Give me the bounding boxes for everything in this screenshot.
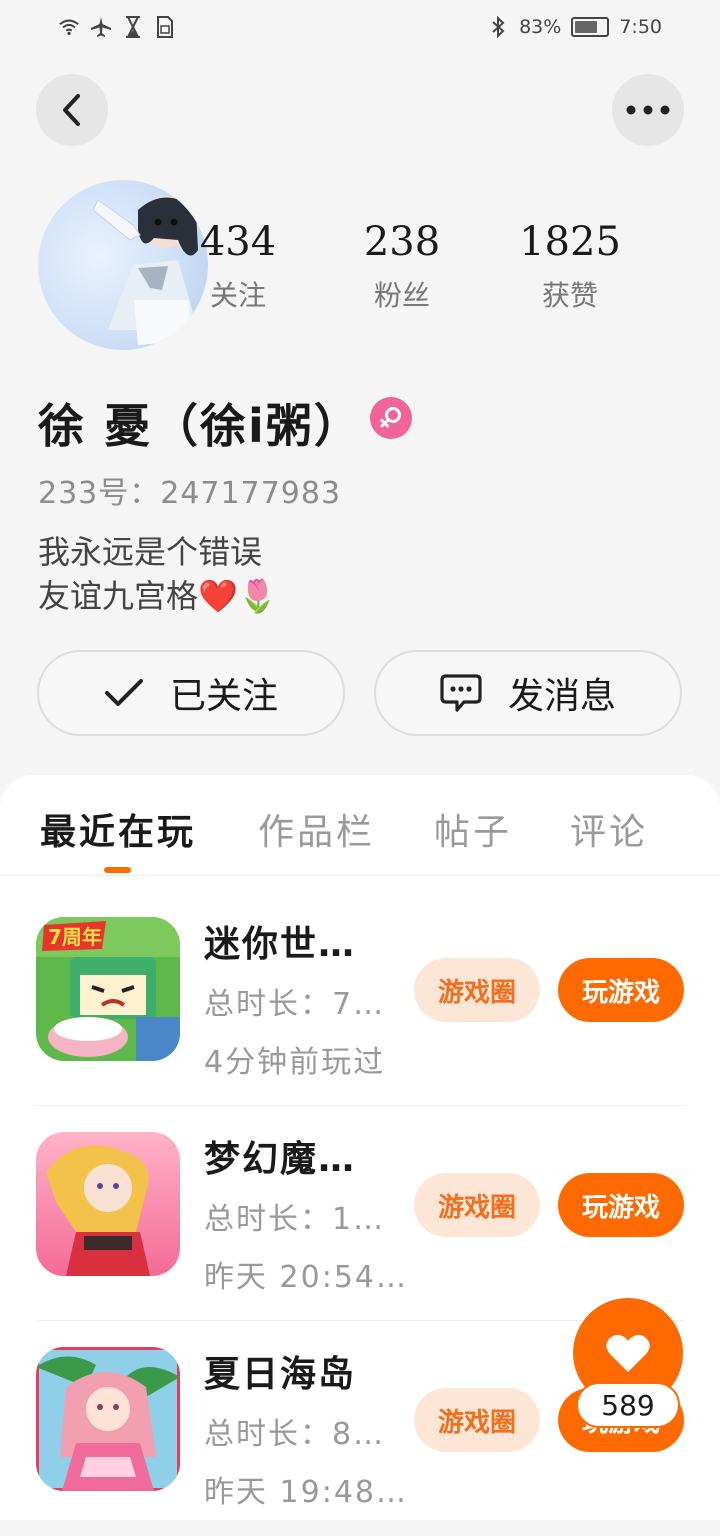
game-last-played: 4分钟前玩过 [204,1045,386,1080]
game-icon-mini-world[interactable]: 7周年 [36,917,180,1061]
game-icon-dream-magic[interactable] [36,1132,180,1276]
game-circle-button[interactable]: 游戏圈 [414,1173,540,1237]
stat-following[interactable]: 434 关注 [178,218,298,314]
more-button[interactable] [612,74,684,146]
battery-percent: 83% [519,16,562,38]
likes-count: 1825 [519,219,621,265]
status-bar: 83% 7:50 [0,0,720,62]
following-label: 关注 [209,279,266,312]
battery-fill [575,21,598,33]
game-circle-button[interactable]: 游戏圈 [414,958,540,1022]
game-icon-summer-island[interactable] [36,1347,180,1491]
message-label: 发消息 [507,676,616,717]
profile-name: 徐 憂（徐i粥） [38,399,362,453]
tab-bar: 最近在玩 作品栏 帖子 评论 [0,775,720,876]
heart-icon [606,1334,650,1372]
bio: 我永远是个错误 友谊九宫格❤️🌷 [38,530,278,618]
game-title: 夏日海岛 [204,1354,357,1395]
status-left-icons [58,16,176,38]
game-icon-text: 7周年 [48,925,102,949]
battery-icon [571,17,610,37]
bio-line-1: 我永远是个错误 [38,533,263,571]
airplane-icon [90,16,112,38]
stat-likes[interactable]: 1825 获赞 [510,218,630,314]
tab-posts[interactable]: 帖子 [434,803,512,855]
likes-label: 获赞 [541,279,598,312]
status-right: 83% 7:50 [487,16,662,38]
chevron-left-icon [63,94,80,126]
back-button[interactable] [36,74,108,146]
bio-line-2: 友谊九宫格❤️🌷 [38,577,278,615]
bluetooth-icon [487,16,509,38]
tab-works[interactable]: 作品栏 [258,803,375,855]
stat-fans[interactable]: 238 粉丝 [342,218,462,314]
wifi-icon [58,16,80,38]
sim-icon [154,16,176,38]
like-count-badge: 589 [576,1382,680,1428]
play-game-button[interactable]: 玩游戏 [558,1173,684,1237]
game-playtime: 总时长：1… [204,1202,386,1237]
fans-label: 粉丝 [373,279,430,312]
game-playtime: 总时长：8… [204,1417,386,1452]
message-button[interactable]: 发消息 [374,650,682,736]
clock: 7:50 [619,16,662,38]
followed-label: 已关注 [169,676,278,717]
more-dots-icon [626,105,670,115]
fans-count: 238 [363,219,441,265]
user-id: 233号：247177983 [38,476,342,511]
game-playtime: 总时长：7… [204,987,386,1022]
play-game-button[interactable]: 玩游戏 [558,958,684,1022]
tab-recently-played[interactable]: 最近在玩 [40,803,196,855]
game-row[interactable]: 梦幻魔… 总时长：1… 昨天 20:54… 游戏圈 玩游戏 [36,1106,684,1321]
game-title: 梦幻魔… [204,1139,357,1180]
game-last-played: 昨天 20:54… [204,1260,408,1295]
chat-bubble-icon [440,674,482,712]
hourglass-icon [122,16,144,38]
game-title: 迷你世… [204,924,357,965]
tab-comments[interactable]: 评论 [570,803,648,855]
game-last-played: 昨天 19:48… [204,1475,408,1510]
tab-indicator [104,867,131,873]
game-circle-button[interactable]: 游戏圈 [414,1388,540,1452]
game-row[interactable]: 7周年 迷你世… 总时长：7… 4分钟前玩过 游戏圈 玩游戏 [36,891,684,1106]
checkmark-icon [104,679,143,706]
following-count: 434 [199,219,277,265]
female-icon [370,397,412,439]
followed-button[interactable]: 已关注 [37,650,345,736]
